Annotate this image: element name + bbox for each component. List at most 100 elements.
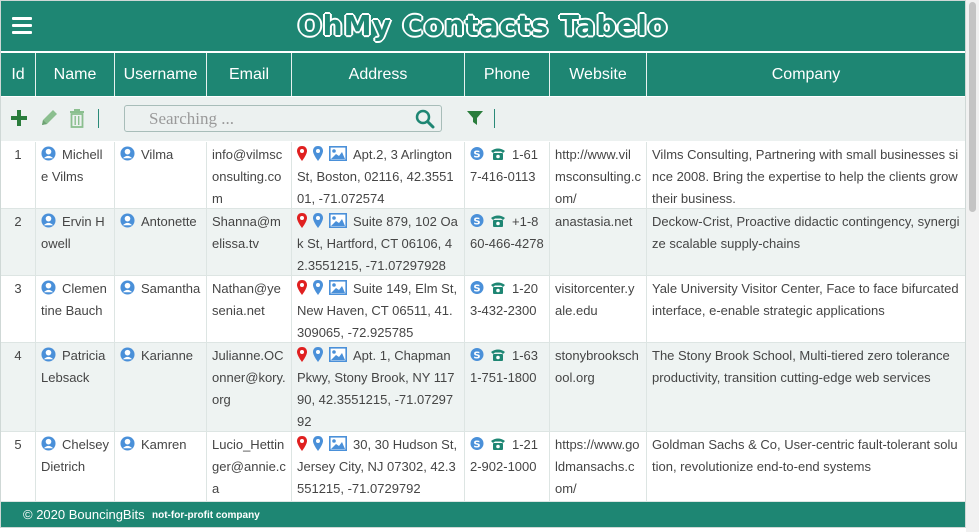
cell-name: Patricia Lebsack [36,343,115,431]
phone-icon[interactable] [490,436,506,451]
map-pin-icon[interactable] [297,347,307,363]
cell-email: Lucio_Hettinger@annie.ca [207,432,292,501]
table-row[interactable]: 2 Ervin Howell Antonette Shanna@melissa.tv S… [1,209,965,276]
cell-username: Vilma [115,142,207,208]
column-header-username[interactable]: Username [115,53,207,96]
column-header-id[interactable]: Id [1,53,36,96]
search-input[interactable] [135,108,419,129]
phone-icon[interactable] [490,146,506,161]
website-text: anastasia.net [555,214,633,229]
location-icon[interactable] [313,347,323,363]
skype-icon[interactable]: S [470,280,484,295]
user-icon [41,436,56,451]
cell-id: 5 [1,432,36,501]
scrollbar-thumb[interactable] [969,2,976,212]
website-text: https://www.goldmansachs.com/ [555,437,640,496]
cell-website: https://www.goldmansachs.com/ [550,432,647,501]
username-text: Vilma [141,147,174,162]
user-icon [120,347,135,362]
username-text: Karianne [141,348,194,363]
map-pin-icon[interactable] [297,280,307,296]
search-icon[interactable] [415,109,435,129]
cell-id: 1 [1,142,36,208]
location-icon[interactable] [313,436,323,452]
user-icon [41,280,56,295]
cell-username: Samantha [115,276,207,342]
skype-icon[interactable]: S [470,347,484,362]
email-text: Shanna@melissa.tv [212,214,281,251]
user-icon [41,146,56,161]
table-body: 1 Michelle Vilms Vilma info@vilmsconsulting… [1,142,965,502]
cell-address: Suite 149, Elm St, New Haven, CT 06511, … [292,276,465,342]
map-pin-icon[interactable] [297,213,307,229]
cell-address: Apt. 1, Chapman Pkwy, Stony Brook, NY 11… [292,343,465,431]
company-text: Goldman Sachs & Co, User-centric fault-t… [652,437,958,474]
search-box[interactable] [124,105,442,132]
user-icon [120,436,135,451]
add-icon[interactable] [10,107,28,129]
company-text: The Stony Brook School, Multi-tiered zer… [652,348,950,385]
user-icon [120,213,135,228]
copyright-text: © 2020 BouncingBits [23,507,145,522]
cell-website: visitorcenter.yale.edu [550,276,647,342]
cell-phone: S +1-860-466-4278 [465,209,550,275]
table-header: Id Name Username Email Address Phone Web… [1,53,965,96]
image-icon[interactable] [329,213,347,229]
svg-text:S: S [473,217,480,228]
username-text: Samantha [141,281,201,296]
column-header-website[interactable]: Website [550,53,647,96]
table-row[interactable]: 4 Patricia Lebsack Karianne Julianne.OConne… [1,343,965,432]
cell-company: Yale University Visitor Center, Face to … [647,276,965,342]
skype-icon[interactable]: S [470,213,484,228]
column-header-phone[interactable]: Phone [465,53,550,96]
user-icon [41,347,56,362]
map-pin-icon[interactable] [297,436,307,452]
column-header-email[interactable]: Email [207,53,292,96]
cell-address: 30, 30 Hudson St, Jersey City, NJ 07302,… [292,432,465,501]
vertical-scrollbar[interactable] [966,0,979,532]
phone-icon[interactable] [490,213,506,228]
edit-icon[interactable] [39,107,59,129]
id-text: 1 [14,147,22,162]
image-icon[interactable] [329,146,347,162]
username-text: Antonette [141,214,197,229]
cell-email: Shanna@melissa.tv [207,209,292,275]
cell-phone: S 1-617-416-0113 [465,142,550,208]
footer: © 2020 BouncingBits not-for-profit compa… [1,502,965,527]
website-text: stonybrookschool.org [555,348,639,385]
footer-tagline: not-for-profit company [152,510,260,521]
email-text: Nathan@yesenia.net [212,281,281,318]
svg-text:S: S [473,351,480,362]
skype-icon[interactable]: S [470,146,484,161]
column-header-company[interactable]: Company [647,53,965,96]
phone-icon[interactable] [490,280,506,295]
location-icon[interactable] [313,146,323,162]
location-icon[interactable] [313,213,323,229]
user-icon [41,213,56,228]
toolbar-separator [494,109,495,128]
image-icon[interactable] [329,436,347,452]
table-row[interactable]: 5 Chelsey Dietrich Kamren Lucio_Hettinger@a… [1,432,965,502]
title-bar: OhMy Contacts Tabelo [1,1,965,51]
username-text: Kamren [141,437,187,452]
column-header-address[interactable]: Address [292,53,465,96]
skype-icon[interactable]: S [470,436,484,451]
cell-company: Vilms Consulting, Partnering with small … [647,142,965,208]
cell-website: stonybrookschool.org [550,343,647,431]
phone-icon[interactable] [490,347,506,362]
delete-icon[interactable] [68,107,86,129]
cell-id: 4 [1,343,36,431]
toolbar [1,97,965,141]
cell-company: The Stony Brook School, Multi-tiered zer… [647,343,965,431]
image-icon[interactable] [329,280,347,296]
image-icon[interactable] [329,347,347,363]
app-window: OhMy Contacts Tabelo Id Name Username Em… [0,0,966,528]
company-text: Yale University Visitor Center, Face to … [652,281,959,318]
map-pin-icon[interactable] [297,146,307,162]
column-header-name[interactable]: Name [36,53,115,96]
email-text: Julianne.OConner@kory.org [212,348,286,407]
filter-icon[interactable] [466,107,484,129]
location-icon[interactable] [313,280,323,296]
table-row[interactable]: 3 Clementine Bauch Samantha Nathan@yesenia.… [1,276,965,343]
table-row[interactable]: 1 Michelle Vilms Vilma info@vilmsconsulting… [1,142,965,209]
